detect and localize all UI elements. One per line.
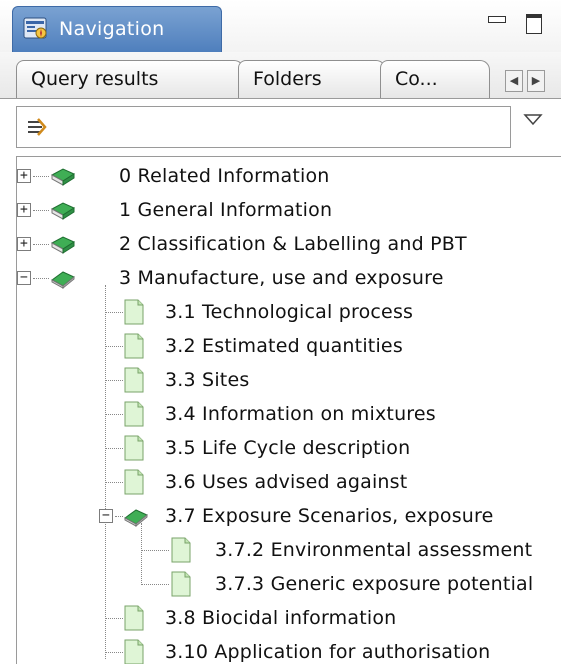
tree-connector [33,244,49,245]
tab-co[interactable]: Co... [380,60,490,98]
tree-node-label: 3.4 Information on mixtures [165,403,436,425]
tree-node-label: 3.1 Technological process [165,301,414,323]
dropdown-arrow-icon[interactable] [522,112,544,128]
tree-node[interactable]: 3.1 Technological process [17,295,561,329]
tree-node[interactable]: 3.2 Estimated quantities [17,329,561,363]
tree-node[interactable]: − 3.7 Exposure Scenarios, exposure [17,499,561,533]
tab-scroll-left-icon[interactable]: ◀ [505,70,523,92]
document-page-icon [124,605,144,631]
navigation-view-tab[interactable]: Navigation [12,6,222,52]
document-page-icon [171,571,191,597]
tree-connector [106,618,123,619]
tree-node[interactable]: 3.7.2 Environmental assessment [17,533,561,567]
tree-node[interactable]: +2 Classification & Labelling and PBT [17,227,561,261]
tree-node-label: 3.8 Biocidal information [165,607,397,629]
filter-input[interactable] [16,106,511,148]
tree-connector [33,176,49,177]
tree-connector [106,312,123,313]
tree-node[interactable]: 3.8 Biocidal information [17,601,561,635]
tree-node-label: 3.10 Application for authorisation [165,641,491,663]
expand-icon[interactable]: + [17,237,31,251]
tab-folders[interactable]: Folders [238,60,386,98]
tree-node[interactable]: 3.3 Sites [17,363,561,397]
tree-node-label: 3.3 Sites [165,369,250,391]
tree-node[interactable]: +0 Related Information [17,159,561,193]
tree-node-label: 3 Manufacture, use and exposure [119,267,444,289]
tree-node[interactable]: − 3 Manufacture, use and exposure [17,261,561,295]
expand-icon[interactable]: + [17,203,31,217]
document-page-icon [124,639,144,664]
tab-scroll-right-icon[interactable]: ▶ [527,70,545,92]
tree-connector [142,550,169,551]
tree-connector [33,278,49,279]
view-title: Navigation [59,18,165,40]
tree-connector [106,448,123,449]
tab-query-results[interactable]: Query results [16,60,244,98]
tree-node[interactable]: 3.7.3 Generic exposure potential [17,567,561,601]
tree-node[interactable]: 3.4 Information on mixtures [17,397,561,431]
collapse-icon[interactable]: − [17,271,31,285]
tree-connector [106,346,123,347]
expand-icon[interactable]: + [17,169,31,183]
tree-node-label: 3.7.3 Generic exposure potential [215,573,534,595]
tree-connector [115,516,123,517]
book-icon [50,202,76,220]
open-book-icon [124,509,148,527]
document-page-icon [124,401,144,427]
tree-connector [106,652,123,653]
view-title-bar: Navigation [0,0,561,52]
tree-node-label: 3.2 Estimated quantities [165,335,403,357]
tree-node-label: 3.7 Exposure Scenarios, exposure [165,505,494,527]
navigation-tree[interactable]: +0 Related Information +1 General Informa… [16,156,561,664]
document-page-icon [124,469,144,495]
document-page-icon [124,435,144,461]
minimize-icon[interactable] [488,14,506,26]
tree-node[interactable]: 3.10 Application for authorisation [17,635,561,664]
tree-node-label: 0 Related Information [119,165,330,187]
navigation-panel-icon [23,17,47,39]
document-page-icon [124,299,144,325]
collapse-icon[interactable]: − [99,509,113,523]
tree-node-label: 3.5 Life Cycle description [165,437,411,459]
filter-icon [28,118,47,136]
book-icon [50,168,76,186]
open-book-icon [51,271,75,289]
tree-node[interactable]: 3.5 Life Cycle description [17,431,561,465]
tree-node-label: 3.6 Uses advised against [165,471,408,493]
tree-connector [142,584,169,585]
document-page-icon [171,537,191,563]
navigation-tab-row: Query results Folders Co... ◀ ▶ [0,52,561,99]
tree-connector [33,210,49,211]
tree-connector [106,380,123,381]
document-page-icon [124,333,144,359]
document-page-icon [124,367,144,393]
tree-node-label: 2 Classification & Labelling and PBT [119,233,467,255]
book-icon [50,236,76,254]
tree-node[interactable]: 3.6 Uses advised against [17,465,561,499]
tree-node[interactable]: +1 General Information [17,193,561,227]
tree-connector [106,414,123,415]
maximize-icon[interactable] [526,14,542,34]
tree-node-label: 3.7.2 Environmental assessment [215,539,533,561]
tree-node-label: 1 General Information [119,199,333,221]
tree-connector [106,482,123,483]
